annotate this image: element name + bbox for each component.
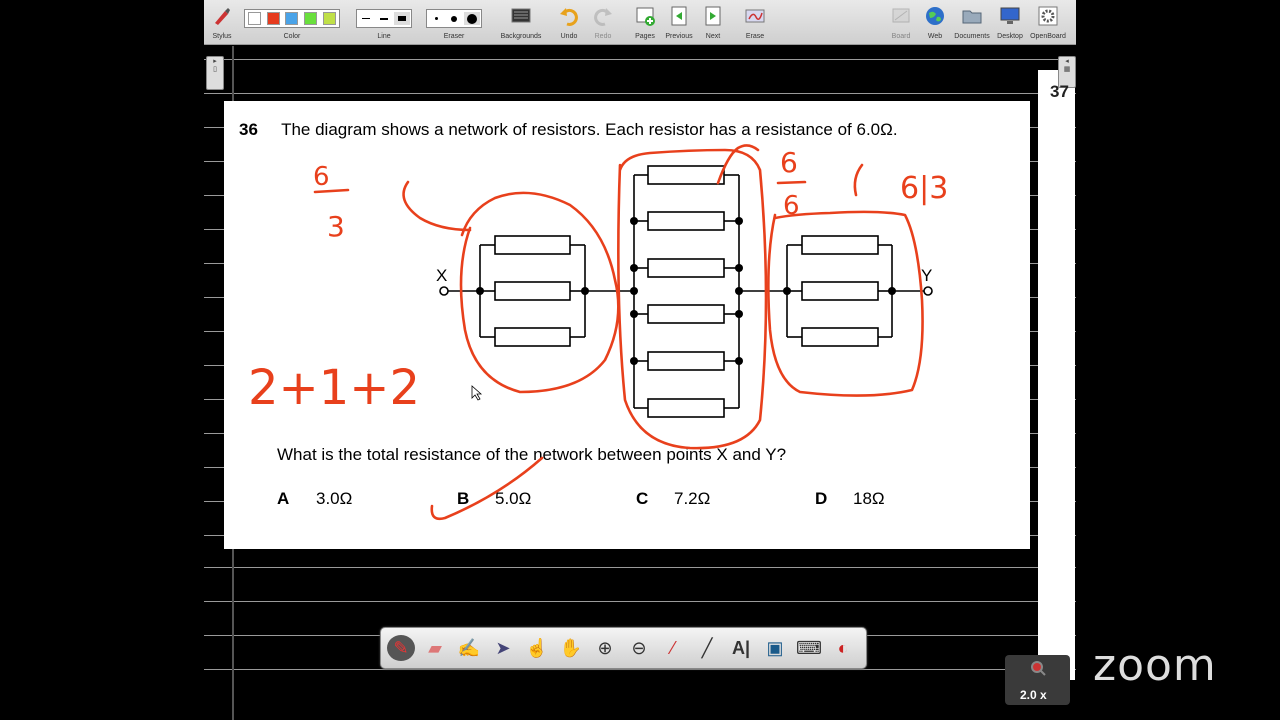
- eraser-tool-icon[interactable]: ▰: [421, 635, 449, 661]
- magnet-icon[interactable]: ◐: [829, 635, 857, 661]
- line-tool-icon[interactable]: ╱: [693, 635, 721, 661]
- mouse-cursor-icon: [471, 385, 483, 401]
- select-tool-icon[interactable]: ➤: [489, 635, 517, 661]
- ink-loop-right-group: [767, 210, 924, 397]
- ink-annotations: 6 3 6 6 6|3 2+1+2: [248, 144, 948, 521]
- capture-tool-icon[interactable]: ▣: [761, 635, 789, 661]
- keyboard-icon[interactable]: ⌨: [795, 635, 823, 661]
- text-tool-icon[interactable]: A|: [727, 635, 755, 661]
- ink-sum-note: 2+1+2: [248, 360, 420, 416]
- laser-pointer-icon[interactable]: ⁄: [659, 635, 687, 661]
- ink-arc-left: [402, 180, 472, 232]
- zoom-level: 2.0 x: [1020, 688, 1047, 702]
- ink-frac-mid-den: 6: [783, 191, 800, 221]
- ink-arc-right: [853, 163, 864, 197]
- zoom-in-icon[interactable]: ⊕: [591, 635, 619, 661]
- magnifier-icon: [1031, 661, 1046, 676]
- pen-tool-icon[interactable]: ✎: [387, 635, 415, 661]
- ink-frac-mid-num: 6: [780, 146, 798, 179]
- ink-frac-mid-bar: [776, 180, 807, 185]
- zoom-logo: zoom: [1093, 640, 1217, 691]
- interact-tool-icon[interactable]: ☝: [523, 635, 551, 661]
- hand-tool-icon[interactable]: ✋: [557, 635, 585, 661]
- ink-loop-left-group: [459, 191, 620, 394]
- highlighter-tool-icon[interactable]: ✍: [455, 635, 483, 661]
- tool-palette: ✎ ▰ ✍ ➤ ☝ ✋ ⊕ ⊖ ⁄ ╱ A| ▣ ⌨ ◐: [380, 627, 867, 669]
- ink-checkmark: [430, 456, 544, 521]
- zoom-out-icon[interactable]: ⊖: [625, 635, 653, 661]
- ink-right-note: 6|3: [900, 171, 948, 206]
- ink-loop-middle-group: [617, 148, 768, 450]
- ink-frac-left-den: 3: [327, 210, 345, 243]
- ink-frac-left-num: 6: [313, 162, 330, 192]
